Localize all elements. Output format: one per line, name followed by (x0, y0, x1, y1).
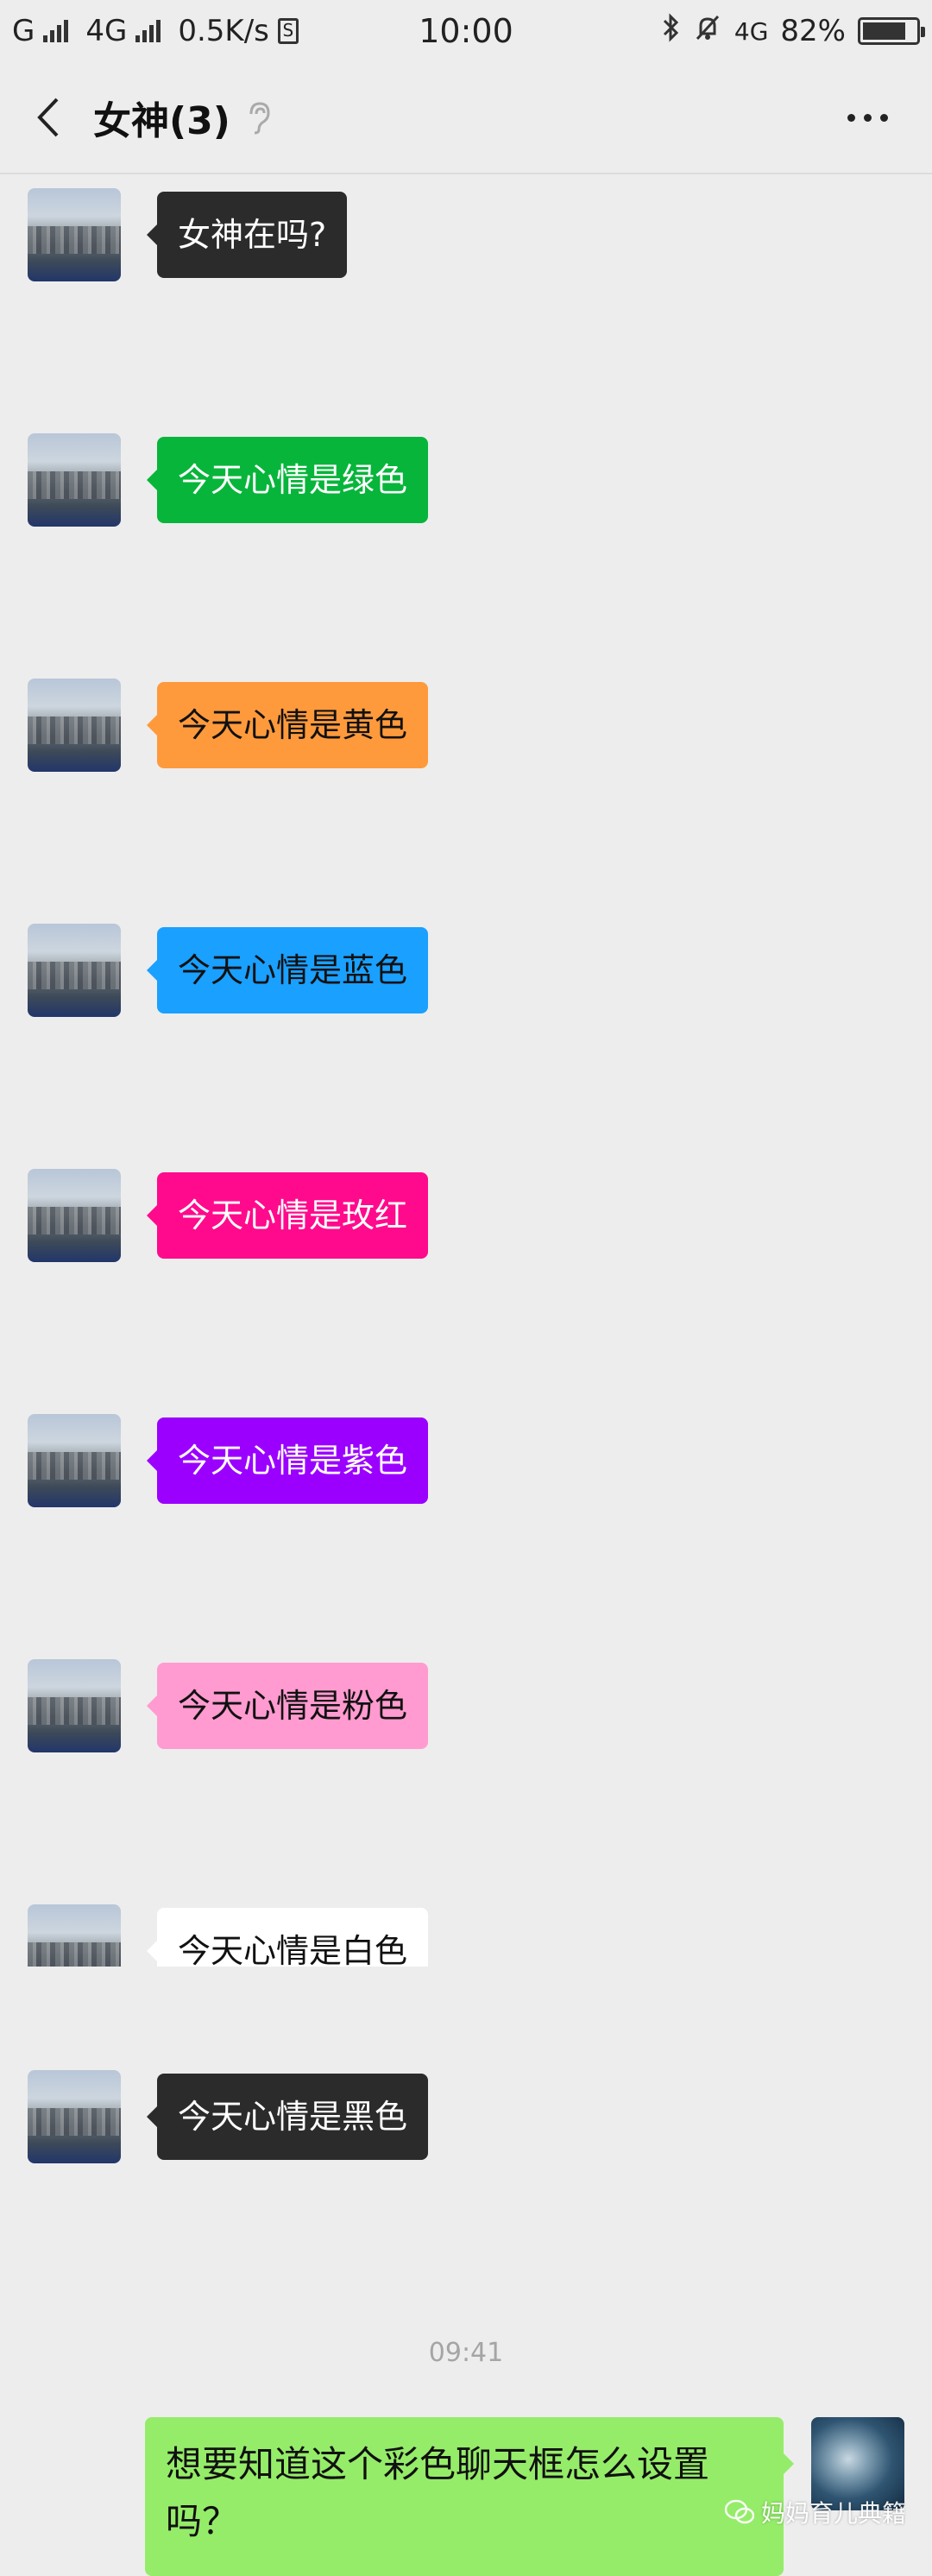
my-message-bubble[interactable]: 想要知道这个彩色聊天框怎么设置吗？ (145, 2417, 794, 2576)
message-bubble[interactable]: 今天心情是紫色 (146, 1417, 429, 1504)
contact-avatar[interactable] (28, 1659, 121, 1752)
message-bubble[interactable]: 今天心情是粉色 (146, 1663, 429, 1749)
contact-avatar[interactable] (28, 1169, 121, 1262)
wechat-icon (724, 2499, 754, 2524)
message-bubble[interactable]: 今天心情是黑色 (146, 2074, 429, 2160)
more-dot-icon (863, 113, 872, 122)
contact-avatar[interactable] (28, 1414, 121, 1507)
contact-avatar[interactable] (28, 924, 121, 1017)
contact-avatar[interactable] (28, 1904, 121, 1967)
contact-avatar[interactable] (28, 2070, 121, 2163)
more-dot-icon (879, 113, 888, 122)
message-timestamp: 09:41 (428, 2338, 504, 2368)
message-row: 今天心情是白色 (0, 1904, 932, 1967)
more-options-button[interactable] (837, 92, 897, 143)
battery-icon (858, 17, 925, 45)
message-bubble[interactable]: 今天心情是蓝色 (146, 927, 429, 1013)
status-bar: G 4G 0.5K/s S 10:00 4G 82% (0, 0, 932, 62)
chat-title: 女神(3) (93, 99, 230, 143)
my-message-row: 想要知道这个彩色聊天框怎么设置吗？ (0, 2417, 932, 2576)
watermark: 妈妈育儿典籍 (724, 2495, 906, 2529)
contact-avatar[interactable] (28, 433, 121, 527)
contact-avatar[interactable] (28, 679, 121, 772)
message-bubble[interactable]: 今天心情是白色 (146, 1908, 429, 1967)
chat-header: 女神(3) (0, 62, 932, 174)
message-bubble[interactable]: 女神在吗? (146, 192, 348, 278)
back-button[interactable] (17, 87, 78, 148)
message-bubble[interactable]: 今天心情是绿色 (146, 437, 429, 523)
message-bubble[interactable]: 今天心情是玫红 (146, 1172, 429, 1259)
back-arrow-icon (37, 98, 59, 137)
status-time: 10:00 (419, 12, 513, 50)
contact-avatar[interactable] (28, 188, 121, 281)
more-dot-icon (847, 113, 855, 122)
message-bubble[interactable]: 今天心情是黄色 (146, 682, 429, 768)
watermark-text: 妈妈育儿典籍 (760, 2499, 906, 2528)
ear-icon (246, 98, 272, 136)
